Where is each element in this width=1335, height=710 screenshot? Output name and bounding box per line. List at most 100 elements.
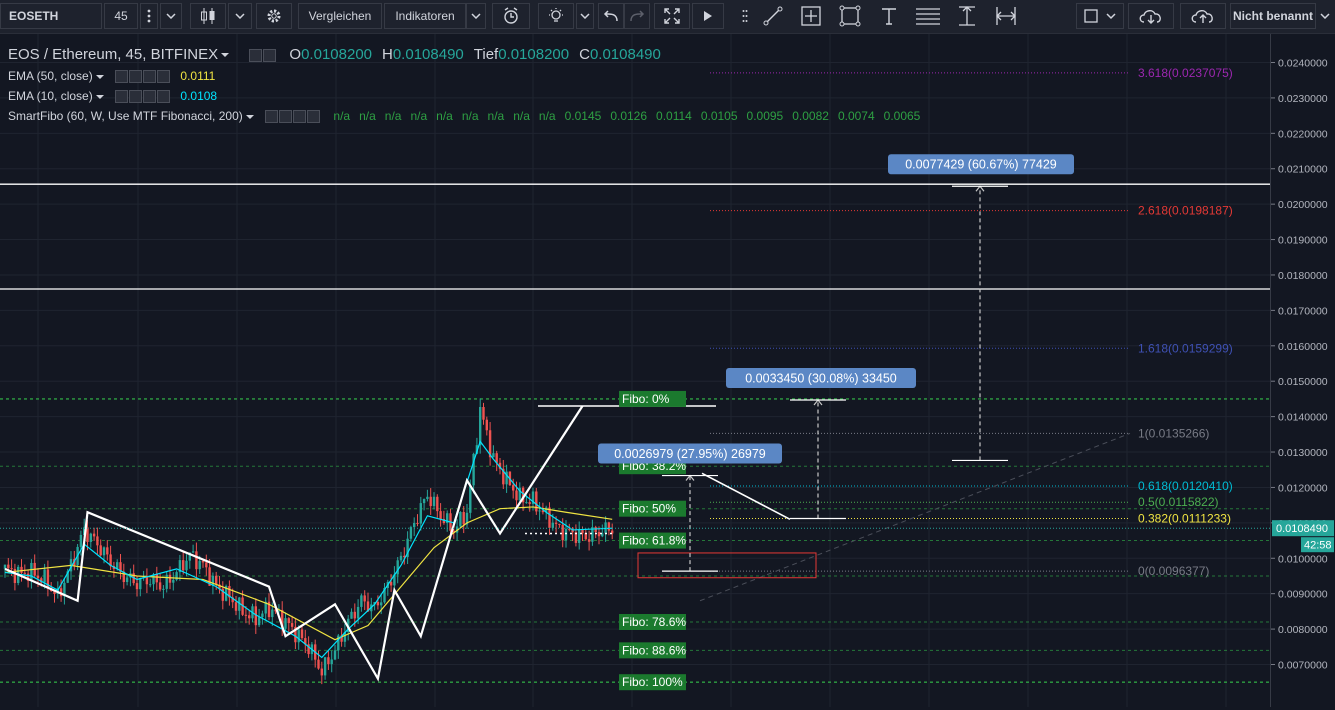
fibo-label: Fibo: 0% (619, 390, 686, 407)
candle-body (416, 522, 419, 524)
candle-body (538, 510, 541, 512)
fibo-label-text: Fibo: 78.6% (622, 615, 686, 629)
ema50-caret-icon[interactable] (95, 74, 104, 79)
price-tick-label: 0.0100000 (1278, 553, 1328, 565)
measure-tool-icon[interactable] (950, 3, 984, 29)
candle-body (432, 496, 436, 507)
smartfibo-value: n/a (513, 109, 530, 123)
legend-gear-icon[interactable] (263, 48, 277, 62)
bulb-dropdown-icon[interactable] (576, 3, 594, 29)
gear-icon[interactable] (129, 90, 143, 104)
fib-extension-label: 3.618(0.0237075) (1138, 66, 1233, 80)
ema10-caret-icon[interactable] (95, 94, 104, 99)
candle-body (439, 511, 442, 520)
ohlc-label: O (289, 46, 302, 63)
eye-icon[interactable] (115, 90, 129, 104)
date-range-icon[interactable] (988, 3, 1024, 29)
candle-body (607, 522, 611, 531)
candle-body (205, 562, 208, 568)
chart-canvas[interactable]: 3.618(0.0237075) 2.618(0.0198187) 1.618(0.… (0, 34, 1270, 707)
eye-icon[interactable] (115, 70, 129, 84)
cloud-load-icon[interactable] (1128, 3, 1174, 29)
symbol-search[interactable]: EOSETH (0, 3, 102, 29)
smartfibo-value: n/a (410, 109, 428, 123)
close-icon[interactable] (157, 90, 171, 104)
ema50-legend: EMA (50, close) 0.0111 (8, 69, 215, 84)
candle-body (323, 657, 327, 676)
price-scale[interactable]: 0.02056330.01760420.02400000.02300000.02… (1270, 34, 1335, 707)
rectangle-tool-icon[interactable] (832, 3, 868, 29)
candle-body (462, 512, 465, 525)
candle-body (300, 629, 304, 639)
cloud-save-icon[interactable] (1180, 3, 1226, 29)
candle-body (23, 572, 26, 574)
layout-name-button[interactable]: Nicht benannt (1230, 3, 1316, 29)
ema10-label[interactable]: EMA (10, close) (8, 89, 93, 103)
alert-clock-icon[interactable] (492, 3, 530, 29)
plus-icon[interactable] (293, 110, 307, 124)
candle-body (89, 533, 92, 542)
plus-icon[interactable] (143, 90, 157, 104)
play-replay-icon[interactable] (692, 3, 724, 29)
price-tick-label: 0.0120000 (1278, 482, 1328, 494)
candle-body (587, 539, 591, 542)
fibo-label: Fibo: 61.8% (619, 532, 686, 549)
bulb-icon[interactable] (538, 3, 574, 29)
eye-icon[interactable] (265, 110, 279, 124)
indicators-dropdown-icon[interactable] (466, 3, 486, 29)
chart-type-dropdown-icon[interactable] (228, 3, 252, 29)
candle-body (92, 533, 96, 537)
color-picker-button[interactable] (1076, 3, 1124, 29)
candle-body (297, 629, 300, 643)
series-title[interactable]: EOS / Ethereum, 45, BITFINEX (8, 46, 218, 63)
smartfibo-caret-icon[interactable] (245, 114, 254, 119)
layout-dropdown-icon[interactable] (1316, 3, 1334, 29)
smartfibo-label[interactable]: SmartFibo (60, W, Use MTF Fibonacci, 200… (8, 109, 243, 123)
redo-icon[interactable] (624, 3, 650, 29)
candle-body (96, 536, 99, 546)
interval-dropdown-icon[interactable] (160, 3, 182, 29)
candles-icon[interactable] (190, 3, 226, 29)
crosshair-box-icon[interactable] (794, 3, 828, 29)
fib-extension-label: 0.5(0.0115822) (1138, 495, 1219, 509)
ohlc-label: H (382, 46, 393, 63)
gear-icon[interactable] (279, 110, 293, 124)
price-scale-canvas[interactable]: 0.02056330.01760420.02400000.02300000.02… (1271, 34, 1335, 707)
trend-line-icon[interactable] (756, 3, 790, 29)
candle-body (568, 528, 571, 530)
fullscreen-icon[interactable] (654, 3, 690, 29)
text-tool-icon[interactable] (872, 3, 906, 29)
fib-extension-label: 1(0.0135266) (1138, 426, 1209, 440)
candle-body (79, 534, 83, 547)
plus-icon[interactable] (143, 70, 157, 84)
gear-icon[interactable] (129, 70, 143, 84)
fib-tool-icon[interactable] (910, 3, 946, 29)
drag-handle-icon[interactable] (738, 3, 752, 29)
candle-body (360, 595, 363, 607)
candle-body (558, 523, 561, 525)
fib-extension-label: 0.382(0.0111233) (1138, 511, 1231, 525)
indicators-button[interactable]: Indikatoren (384, 3, 466, 29)
settings-gear-icon[interactable] (256, 3, 292, 29)
measure-label: 0.0026979 (27.95%) 26979 (598, 443, 782, 464)
series-caret-icon[interactable] (221, 53, 230, 58)
undo-icon[interactable] (598, 3, 624, 29)
smartfibo-legend: SmartFibo (60, W, Use MTF Fibonacci, 200… (8, 109, 920, 124)
candle-body (165, 574, 168, 589)
eye-icon[interactable] (249, 48, 263, 62)
candle-body (43, 569, 46, 583)
fibo-label: Fibo: 100% (619, 674, 686, 691)
chart-pane[interactable]: 3.618(0.0237075) 2.618(0.0198187) 1.618(0.… (0, 34, 1270, 707)
close-icon[interactable] (157, 70, 171, 84)
candle-body (36, 575, 40, 579)
candle-body (271, 609, 274, 618)
more-dots-icon[interactable] (140, 3, 158, 29)
close-icon[interactable] (307, 110, 321, 124)
interval-selector[interactable]: 45 (104, 3, 138, 29)
ema50-label[interactable]: EMA (50, close) (8, 69, 93, 83)
price-tick-label: 0.0220000 (1278, 128, 1328, 140)
chart-background (0, 34, 1270, 707)
compare-button[interactable]: Vergleichen (298, 3, 382, 29)
fibo-label-text: Fibo: 61.8% (622, 534, 686, 548)
measure-label-text: 0.0033450 (30.08%) 33450 (745, 372, 897, 386)
